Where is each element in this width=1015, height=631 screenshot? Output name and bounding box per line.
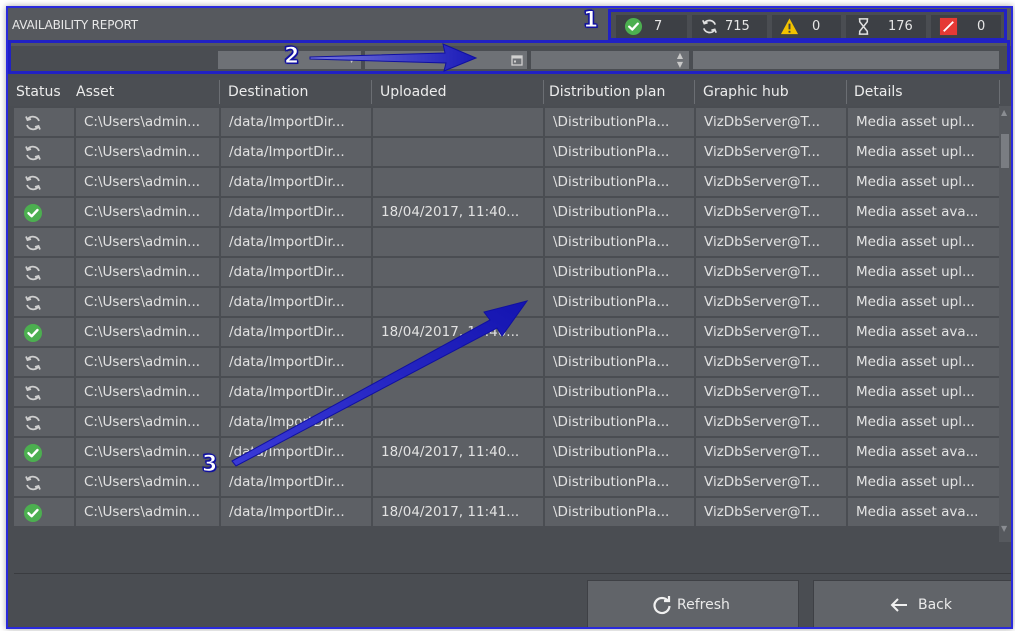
annotation-arrow-3 [231, 300, 529, 467]
annotation-label-3: 3 [201, 452, 218, 478]
annotation-arrow-2 [309, 43, 478, 72]
annotation-label-1: 1 [582, 8, 599, 34]
annotation-label-2: 2 [283, 44, 300, 70]
annotation-arrows [231, 43, 529, 467]
